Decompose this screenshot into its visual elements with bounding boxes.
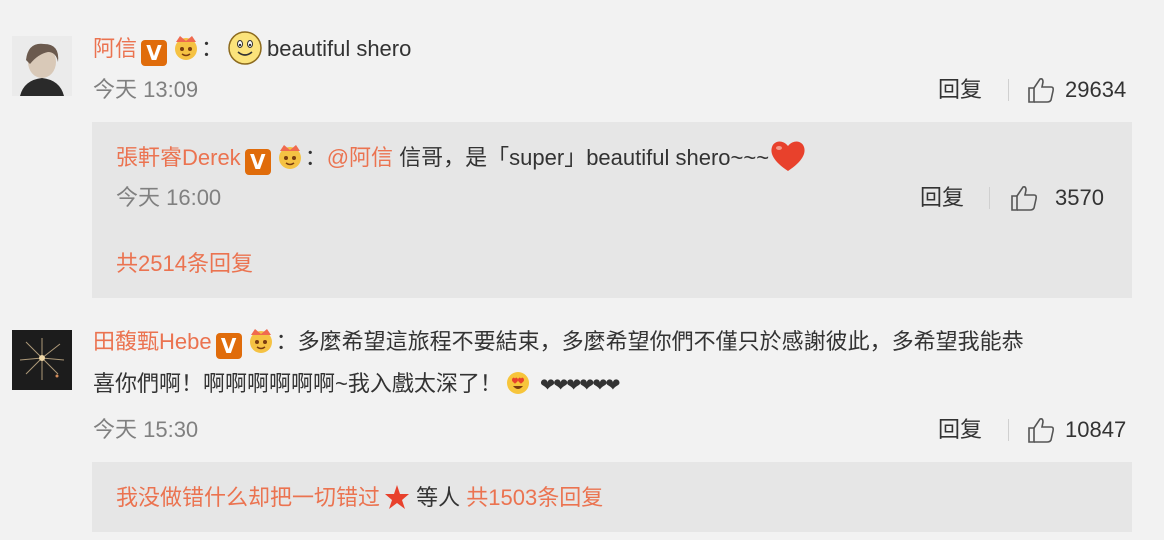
divider	[989, 187, 990, 209]
divider	[1008, 419, 1009, 441]
reply-button[interactable]: 回复	[920, 183, 964, 213]
mention-link[interactable]: @阿信	[327, 145, 393, 170]
hearts-text: ❤❤❤❤❤❤	[539, 375, 620, 395]
more-replies-link[interactable]: 共2514条回复	[116, 249, 253, 279]
avatar[interactable]	[12, 36, 72, 96]
comment-text: 喜你們啊！啊啊啊啊啊啊~我入戲太深了！	[93, 371, 502, 396]
star-icon	[385, 485, 410, 509]
reply-etc: 等人	[410, 485, 467, 510]
thumbs-up-icon[interactable]	[1027, 416, 1055, 444]
crown-badge-icon	[278, 145, 301, 169]
like-count: 29634	[1065, 77, 1127, 102]
sub-reply-text: 信哥，是「super」beautiful shero~~~	[393, 145, 770, 170]
thumbs-up-icon[interactable]	[1010, 184, 1038, 212]
crown-badge-icon	[249, 329, 272, 353]
reply-user-link[interactable]: 我没做错什么却把一切错过	[116, 485, 380, 510]
vip-v-icon: V	[215, 333, 242, 359]
comment-line: 田馥甄Hebe V ：多麼希望這旅程不要結束，多麼希望你們不僅只於感謝彼此，多希望我…	[93, 325, 1024, 359]
like-count: 3570	[1055, 185, 1104, 210]
heart-emoji-icon	[771, 141, 805, 171]
like-count: 10847	[1065, 417, 1127, 442]
thumbs-up-icon[interactable]	[1027, 76, 1055, 104]
smile-emoji-icon	[228, 31, 262, 65]
comment-text: beautiful shero	[267, 36, 412, 61]
crown-badge-icon	[175, 36, 198, 60]
vip-v-icon: V	[244, 149, 271, 175]
comment-line-2: 喜你們啊！啊啊啊啊啊啊~我入戲太深了！ ❤❤❤❤❤❤	[93, 369, 620, 400]
comment-line: 阿信 V ： beautiful shero	[93, 30, 411, 66]
sub-reply-line: 張軒睿Derek V ：@阿信 信哥，是「super」beautiful shero…	[116, 139, 807, 175]
timestamp: 今天 13:09	[93, 77, 199, 102]
username[interactable]: 阿信	[93, 36, 137, 61]
vip-v-icon: V	[141, 40, 168, 66]
colon: ：	[201, 36, 224, 61]
sub-reply-username[interactable]: 張軒睿Derek	[116, 145, 241, 170]
colon: ：	[275, 329, 298, 354]
comment-text: 多麼希望這旅程不要結束，多麼希望你們不僅只於感謝彼此，多希望我能恭	[297, 329, 1024, 354]
timestamp: 今天 16:00	[116, 185, 222, 210]
colon: ：	[304, 145, 327, 170]
more-replies-link[interactable]: 共1503条回复	[466, 485, 603, 510]
timestamp: 今天 15:30	[93, 417, 199, 442]
username[interactable]: 田馥甄Hebe	[93, 329, 212, 354]
avatar[interactable]	[12, 330, 72, 390]
divider	[1008, 79, 1009, 101]
reply-summary: 我没做错什么却把一切错过 等人 共1503条回复	[116, 483, 603, 513]
reply-button[interactable]: 回复	[938, 415, 982, 445]
reply-button[interactable]: 回复	[938, 75, 982, 105]
heart-eyes-emoji-icon	[506, 372, 529, 394]
